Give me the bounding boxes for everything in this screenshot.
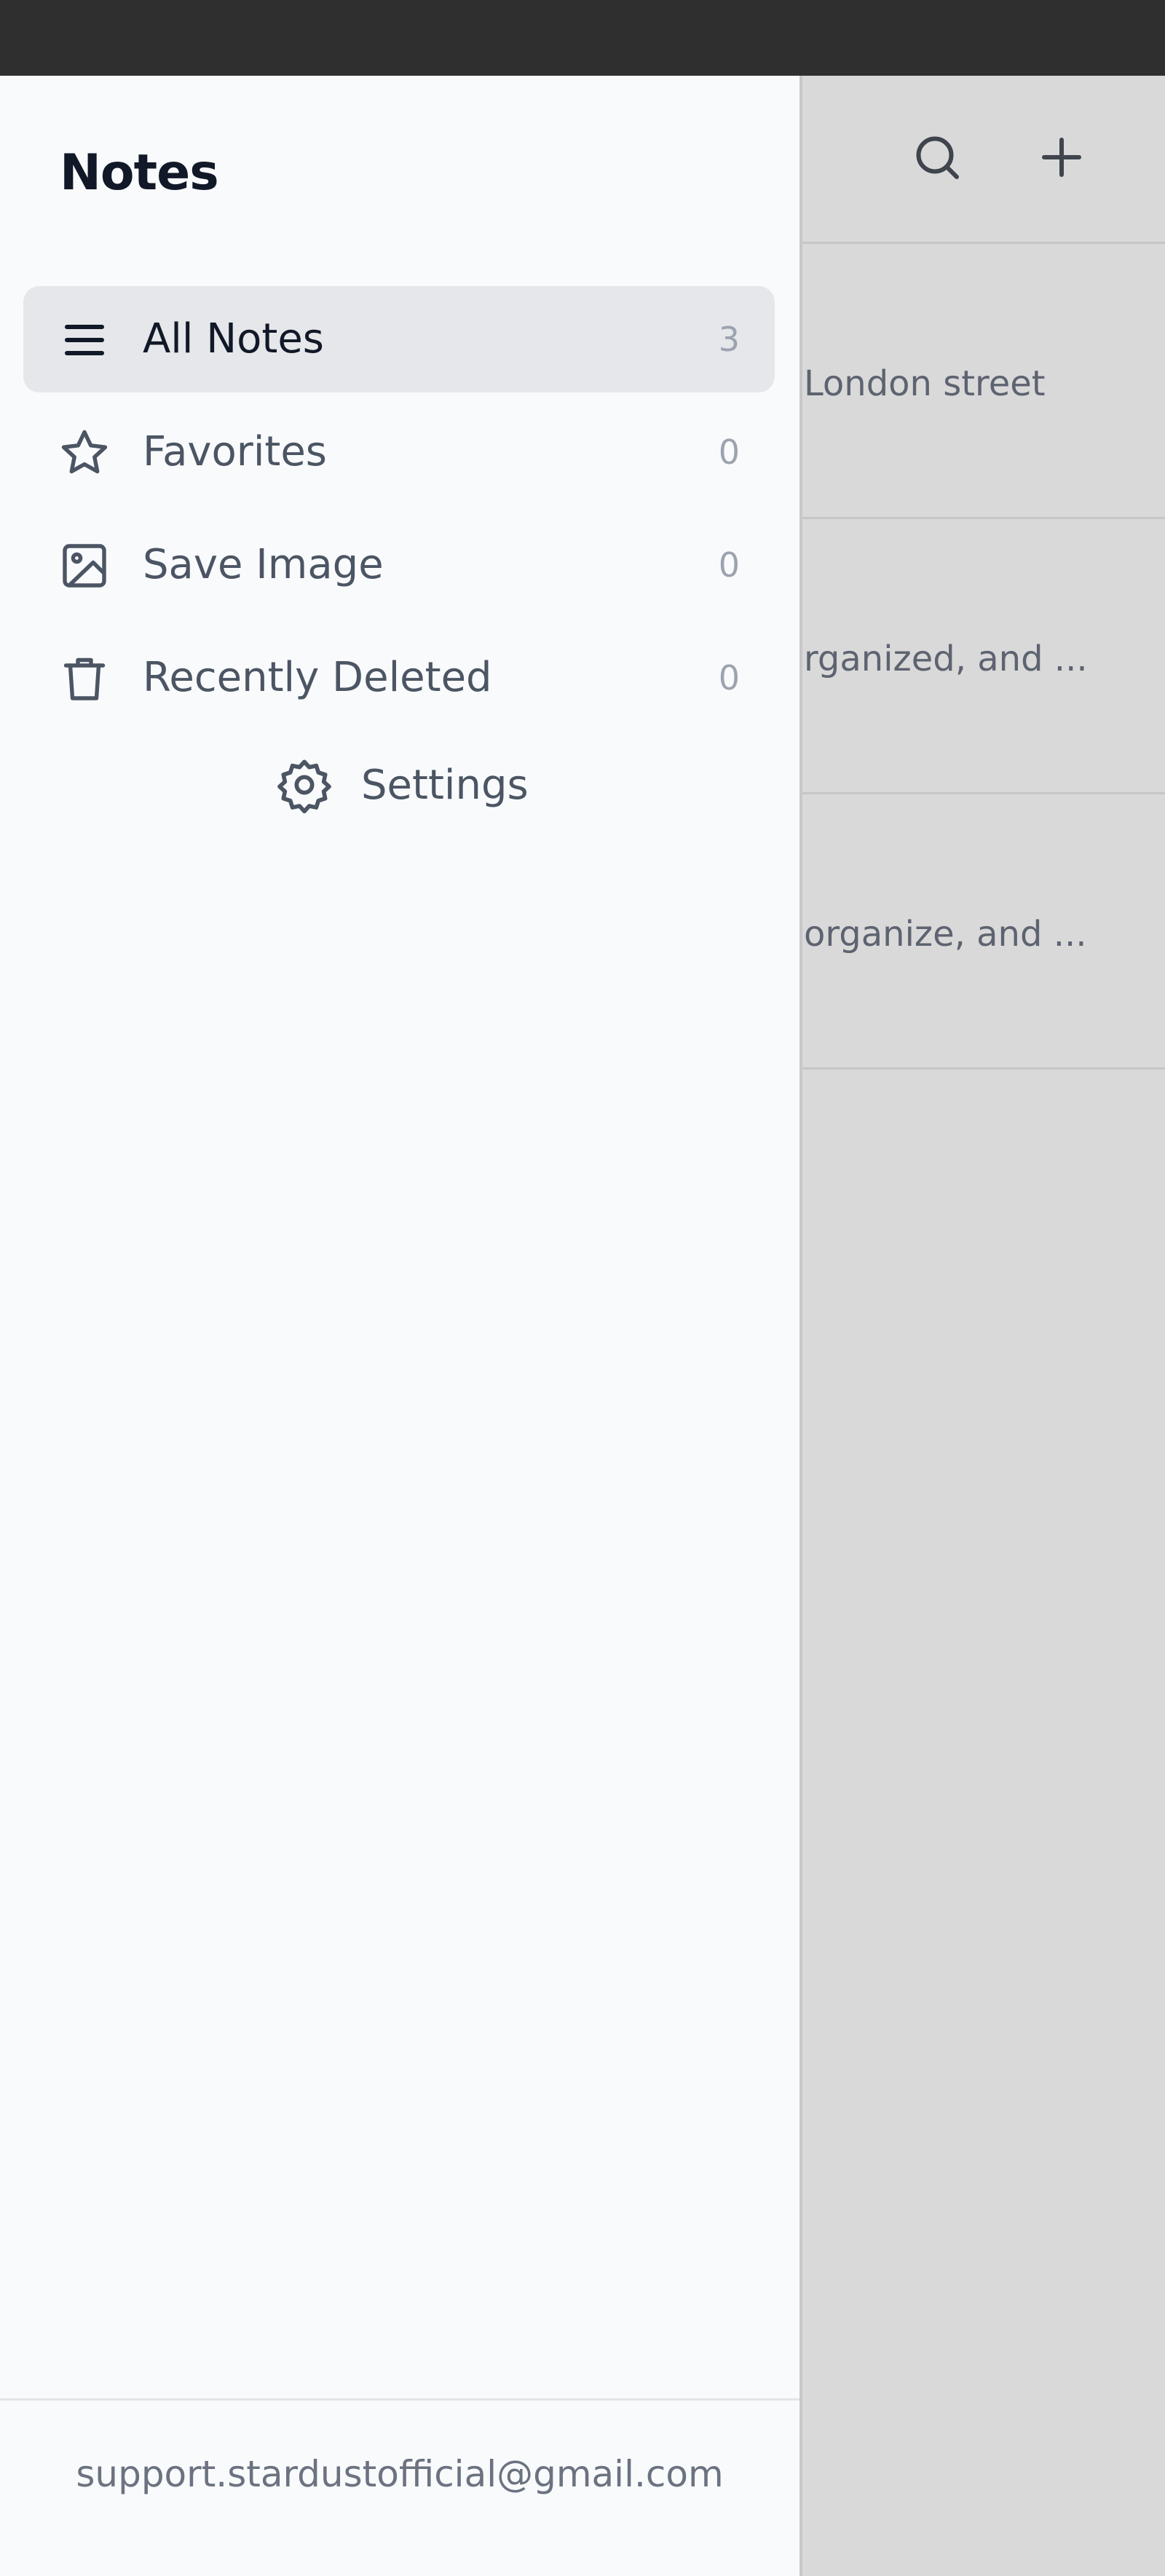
nav-item-count: 0 bbox=[718, 432, 740, 472]
settings-button[interactable]: Settings bbox=[275, 756, 529, 814]
search-icon bbox=[916, 136, 959, 179]
nav-item-save-image[interactable]: Save Image 0 bbox=[23, 512, 775, 618]
drawer-title: Notes bbox=[60, 144, 219, 202]
gear-icon bbox=[277, 759, 331, 814]
add-note-button[interactable] bbox=[1025, 121, 1098, 194]
nav-item-label: Favorites bbox=[143, 428, 327, 475]
nav-item-label: Recently Deleted bbox=[143, 654, 492, 701]
settings-label: Settings bbox=[361, 761, 529, 809]
nav-item-favorites[interactable]: Favorites 0 bbox=[23, 399, 775, 505]
navigation-drawer: Notes All Notes 3 Favorites 0 Save Image… bbox=[0, 76, 802, 2576]
note-snippet: organize, and ... bbox=[804, 914, 1087, 955]
status-bar bbox=[0, 0, 1165, 76]
nav-item-count: 0 bbox=[718, 658, 740, 698]
nav-item-count: 0 bbox=[718, 545, 740, 585]
note-snippet: London street bbox=[804, 363, 1046, 404]
nav-item-recently-deleted[interactable]: Recently Deleted 0 bbox=[23, 625, 775, 731]
search-button[interactable] bbox=[901, 121, 974, 194]
note-snippet: rganized, and ... bbox=[804, 639, 1088, 679]
plus-icon bbox=[1042, 138, 1081, 177]
menu-lines-icon bbox=[65, 325, 104, 355]
support-email[interactable]: support.stardustofficial@gmail.com bbox=[0, 2453, 799, 2495]
trash-icon bbox=[63, 657, 106, 700]
drawer-footer: support.stardustofficial@gmail.com bbox=[0, 2398, 799, 2576]
nav-item-count: 3 bbox=[718, 320, 740, 359]
star-icon bbox=[61, 430, 108, 474]
nav-item-label: All Notes bbox=[143, 315, 324, 363]
nav-item-all-notes[interactable]: All Notes 3 bbox=[23, 286, 775, 392]
image-icon bbox=[63, 544, 106, 588]
nav-item-label: Save Image bbox=[143, 541, 384, 588]
